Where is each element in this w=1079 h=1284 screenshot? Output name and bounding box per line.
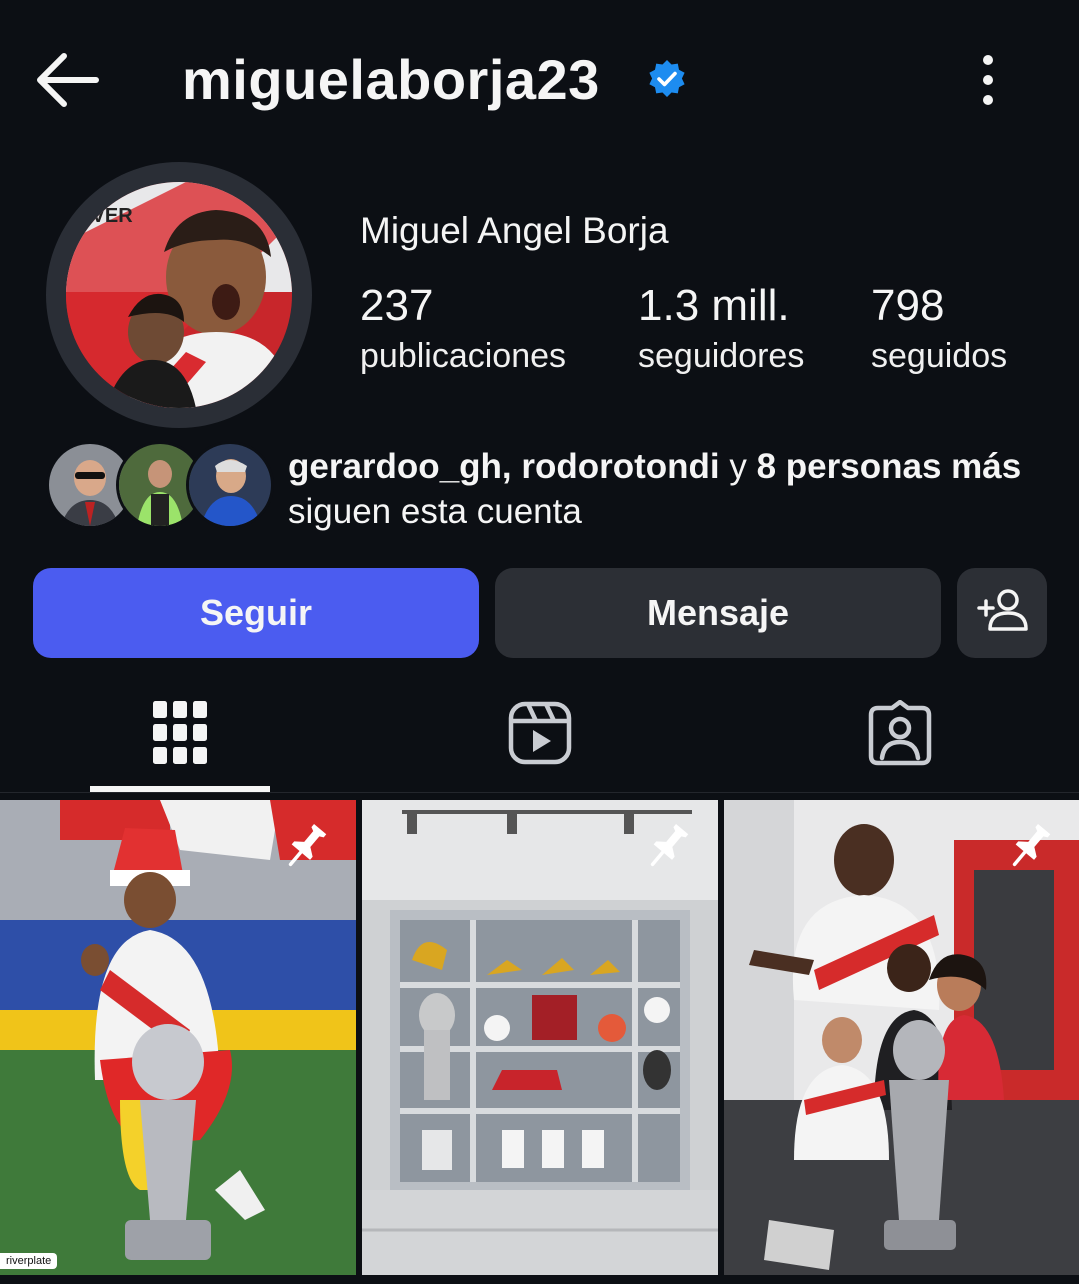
message-button[interactable]: Mensaje	[495, 568, 941, 658]
post-thumbnail[interactable]	[362, 800, 718, 1275]
pinned-post-icon	[278, 818, 334, 874]
post-watermark: riverplate	[0, 1253, 58, 1269]
stat-following-label: seguidos	[871, 337, 1008, 375]
reels-icon	[508, 701, 572, 770]
mutual-followers-avatars[interactable]	[46, 441, 274, 531]
post-thumbnail[interactable]: riverplate	[0, 800, 356, 1275]
mutual-followers-names: gerardoo_gh, rodorotondi	[288, 447, 720, 486]
grid-icon	[153, 700, 207, 770]
stat-posts-value: 237	[360, 281, 434, 330]
pinned-post-icon	[640, 818, 696, 874]
profile-username: miguelaborja23	[182, 48, 600, 111]
followed-by-connector: y	[719, 447, 757, 486]
suggested-users-button[interactable]	[957, 568, 1047, 658]
stat-following-value: 798	[871, 281, 945, 330]
stat-followers-value: 1.3 mill.	[638, 281, 790, 330]
tab-posts-grid[interactable]	[90, 680, 270, 790]
mutual-avatar	[186, 441, 274, 529]
verified-badge-icon	[646, 58, 688, 100]
followed-by-suffix: siguen esta cuenta	[288, 492, 582, 531]
tagged-icon	[868, 699, 932, 771]
add-user-icon	[976, 587, 1028, 640]
mutual-others-count: 8 personas más	[756, 447, 1022, 486]
tab-divider	[0, 792, 1079, 793]
tab-reels[interactable]	[450, 680, 630, 790]
tab-tagged[interactable]	[810, 680, 990, 790]
pinned-post-icon	[1002, 818, 1058, 874]
svg-text:IVER: IVER	[86, 205, 133, 227]
profile-full-name: Miguel Angel Borja	[360, 210, 669, 251]
stat-following[interactable]: 798 seguidos	[871, 280, 1007, 380]
more-options-icon[interactable]	[966, 48, 1010, 112]
stat-followers-label: seguidores	[638, 337, 805, 375]
post-thumbnail[interactable]	[724, 800, 1079, 1275]
stat-posts-label: publicaciones	[360, 337, 567, 375]
stat-posts[interactable]: 237 publicaciones	[360, 280, 566, 380]
profile-avatar[interactable]: IVER	[46, 162, 312, 428]
follow-button[interactable]: Seguir	[33, 568, 479, 658]
back-arrow-icon[interactable]	[30, 48, 104, 112]
stat-followers[interactable]: 1.3 mill. seguidores	[638, 280, 804, 380]
avatar-image: IVER	[66, 182, 292, 408]
followed-by-text[interactable]: gerardoo_gh, rodorotondi y 8 personas má…	[288, 444, 1048, 534]
